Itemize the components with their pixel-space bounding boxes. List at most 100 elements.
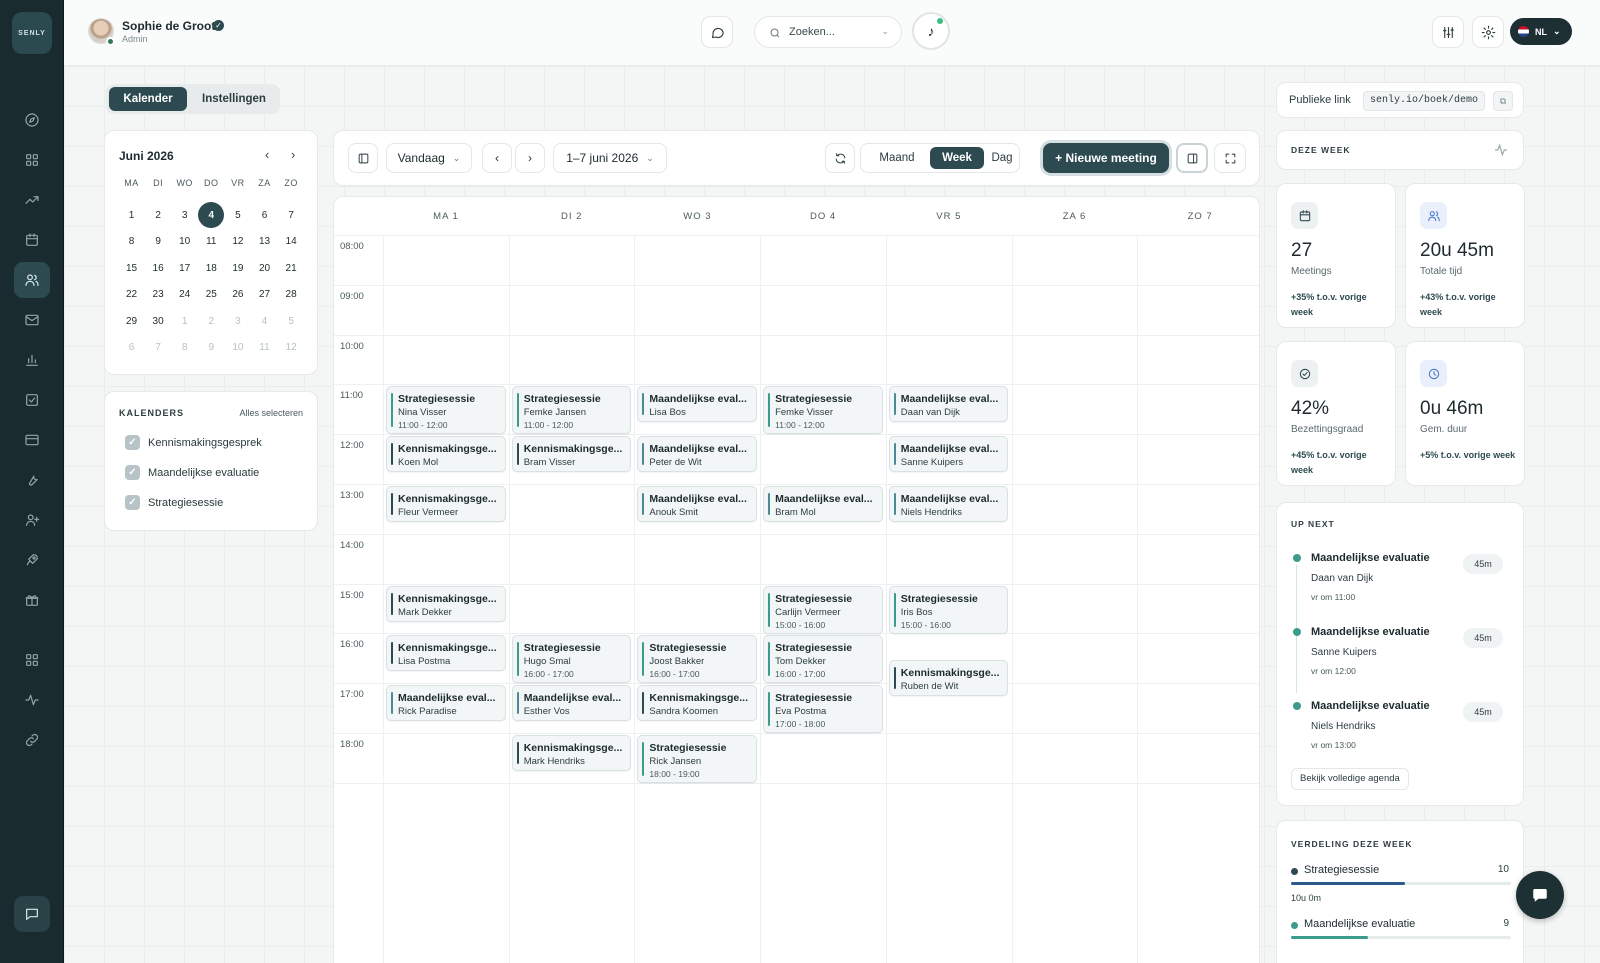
mini-calendar-day[interactable]: 7 bbox=[145, 335, 172, 361]
dashboard-icon[interactable] bbox=[14, 142, 50, 178]
mini-calendar-day[interactable]: 5 bbox=[224, 202, 251, 228]
new-meeting-button[interactable]: + Nieuwe meeting bbox=[1043, 143, 1169, 173]
gift-icon[interactable] bbox=[14, 582, 50, 618]
toggle-panel-button[interactable] bbox=[1176, 143, 1208, 173]
today-dropdown[interactable]: Vandaag ⌄ bbox=[386, 143, 472, 173]
checklist-icon[interactable] bbox=[14, 382, 50, 418]
music-button[interactable]: ♪ bbox=[912, 12, 950, 50]
calendar-event[interactable]: Kennismakingsge... Mark Hendriks bbox=[511, 735, 632, 771]
calendar-event[interactable]: Maandelijkse eval... Bram Mol bbox=[763, 486, 883, 522]
calendar-event[interactable]: Strategiesessie Eva Postma 17:00 - 18:00 bbox=[763, 685, 883, 734]
mini-calendar-day[interactable]: 25 bbox=[198, 282, 225, 308]
calendar-event[interactable]: Maandelijkse eval... Rick Paradise bbox=[386, 685, 506, 722]
activity-icon[interactable] bbox=[14, 682, 50, 718]
calendar-event[interactable]: Strategiesessie Rick Jansen 18:00 - 19:00 bbox=[637, 735, 758, 783]
mini-calendar-day[interactable]: 3 bbox=[171, 202, 198, 228]
filters-button[interactable] bbox=[1432, 16, 1464, 48]
mini-calendar-day[interactable]: 6 bbox=[118, 335, 145, 361]
bar-chart-icon[interactable] bbox=[14, 342, 50, 378]
calendar-event[interactable]: Strategiesessie Carlijn Vermeer 15:00 - 16… bbox=[763, 585, 883, 634]
calendar-event[interactable]: Maandelijkse eval... Lisa Bos bbox=[637, 386, 758, 423]
mini-calendar-day[interactable]: 20 bbox=[251, 255, 278, 281]
calendar-checkbox-kennismaking[interactable]: ✓ Kennismakingsgesprek bbox=[125, 435, 262, 450]
calendar-event[interactable]: Strategiesessie Joost Bakker 16:00 - 17:00 bbox=[637, 635, 758, 684]
mini-calendar-day[interactable]: 13 bbox=[251, 229, 278, 255]
mini-calendar-day[interactable]: 3 bbox=[224, 308, 251, 334]
mini-calendar-day[interactable]: 5 bbox=[278, 308, 305, 334]
mini-calendar-day[interactable]: 23 bbox=[145, 282, 172, 308]
checkbox-icon[interactable]: ✓ bbox=[125, 495, 140, 510]
calendar-event[interactable]: Maandelijkse eval... Anouk Smit bbox=[637, 486, 758, 522]
calendar-event[interactable]: Strategiesessie Femke Visser 11:00 - 12:00 bbox=[763, 386, 883, 435]
language-selector[interactable]: NL ⌄ bbox=[1510, 18, 1572, 45]
mini-calendar-day[interactable]: 21 bbox=[278, 255, 305, 281]
view-month[interactable]: Maand bbox=[865, 147, 929, 169]
view-full-agenda-button[interactable]: Bekijk volledige agenda bbox=[1291, 768, 1409, 790]
mini-calendar-day[interactable]: 18 bbox=[198, 255, 225, 281]
public-link-url[interactable]: senly.io/boek/demo bbox=[1363, 91, 1486, 111]
apps-icon[interactable] bbox=[14, 642, 50, 678]
search-input[interactable]: Zoeken... ⌄ bbox=[754, 16, 902, 48]
calendar-event[interactable]: Strategiesessie Femke Jansen 11:00 - 12:00 bbox=[511, 386, 632, 435]
mini-calendar-day[interactable]: 22 bbox=[118, 282, 145, 308]
link-icon[interactable] bbox=[14, 722, 50, 758]
calendar-checkbox-maandelijkse[interactable]: ✓ Maandelijkse evaluatie bbox=[125, 465, 259, 480]
calendar-icon[interactable] bbox=[14, 222, 50, 258]
mini-calendar-day[interactable]: 1 bbox=[171, 308, 198, 334]
fullscreen-button[interactable] bbox=[1214, 143, 1246, 173]
toggle-sidebar-button[interactable] bbox=[348, 143, 378, 173]
chat-icon[interactable] bbox=[14, 896, 50, 932]
mini-calendar-day[interactable]: 29 bbox=[118, 308, 145, 334]
select-all-link[interactable]: Alles selecteren bbox=[239, 408, 303, 418]
calendar-checkbox-strategie[interactable]: ✓ Strategiesessie bbox=[125, 495, 223, 510]
calendar-event[interactable]: Kennismakingsge... Koen Mol bbox=[386, 436, 506, 473]
user-plus-icon[interactable] bbox=[14, 502, 50, 538]
mini-calendar-day[interactable]: 17 bbox=[171, 255, 198, 281]
prev-month-button[interactable]: ‹ bbox=[265, 147, 269, 162]
view-day[interactable]: Dag bbox=[986, 147, 1018, 169]
mini-calendar-day[interactable]: 27 bbox=[251, 282, 278, 308]
mini-calendar-day[interactable]: 9 bbox=[198, 335, 225, 361]
mini-calendar-day[interactable]: 16 bbox=[145, 255, 172, 281]
mail-icon[interactable] bbox=[14, 302, 50, 338]
mini-calendar-day[interactable]: 7 bbox=[278, 202, 305, 228]
messages-button[interactable] bbox=[701, 16, 733, 48]
mini-calendar-day[interactable]: 6 bbox=[251, 202, 278, 228]
prev-week-button[interactable]: ‹ bbox=[482, 143, 512, 173]
date-range-picker[interactable]: 1–7 juni 2026 ⌄ bbox=[553, 143, 667, 173]
mini-calendar-day[interactable]: 26 bbox=[224, 282, 251, 308]
mini-calendar-day[interactable]: 15 bbox=[118, 255, 145, 281]
mini-calendar-day[interactable]: 4 bbox=[198, 202, 225, 228]
next-week-button[interactable]: › bbox=[515, 143, 545, 173]
mini-calendar-day[interactable]: 19 bbox=[224, 255, 251, 281]
mini-calendar-day[interactable]: 9 bbox=[145, 229, 172, 255]
calendar-event[interactable]: Strategiesessie Hugo Smal 16:00 - 17:00 bbox=[511, 635, 632, 684]
tab-kalender[interactable]: Kalender bbox=[109, 87, 187, 111]
tab-instellingen[interactable]: Instellingen bbox=[192, 87, 276, 111]
settings-button[interactable] bbox=[1472, 16, 1504, 48]
mini-calendar-day[interactable]: 10 bbox=[224, 335, 251, 361]
mini-calendar-day[interactable]: 24 bbox=[171, 282, 198, 308]
copy-icon[interactable]: ⧉ bbox=[1493, 91, 1513, 111]
mini-calendar-day[interactable]: 12 bbox=[224, 229, 251, 255]
next-month-button[interactable]: › bbox=[291, 147, 295, 162]
wrench-icon[interactable] bbox=[14, 462, 50, 498]
mini-calendar-day[interactable]: 2 bbox=[145, 202, 172, 228]
mini-calendar-day[interactable]: 14 bbox=[278, 229, 305, 255]
mini-calendar-day[interactable]: 2 bbox=[198, 308, 225, 334]
users-icon[interactable] bbox=[14, 262, 50, 298]
mini-calendar-day[interactable]: 12 bbox=[278, 335, 305, 361]
mini-calendar-day[interactable]: 28 bbox=[278, 282, 305, 308]
mini-calendar-day[interactable]: 4 bbox=[251, 308, 278, 334]
mini-calendar-day[interactable]: 1 bbox=[118, 202, 145, 228]
credit-card-icon[interactable] bbox=[14, 422, 50, 458]
mini-calendar-day[interactable]: 30 bbox=[145, 308, 172, 334]
calendar-event[interactable]: Strategiesessie Iris Bos 15:00 - 16:00 bbox=[888, 585, 1009, 634]
app-logo[interactable]: SENLY bbox=[12, 12, 52, 54]
calendar-event[interactable]: Maandelijkse eval... Sanne Kuipers bbox=[888, 436, 1009, 473]
mini-calendar-day[interactable]: 8 bbox=[118, 229, 145, 255]
mini-calendar-day[interactable]: 11 bbox=[198, 229, 225, 255]
calendar-event[interactable]: Kennismakingsge... Fleur Vermeer bbox=[386, 486, 506, 522]
rocket-icon[interactable] bbox=[14, 542, 50, 578]
compass-icon[interactable] bbox=[14, 102, 50, 138]
